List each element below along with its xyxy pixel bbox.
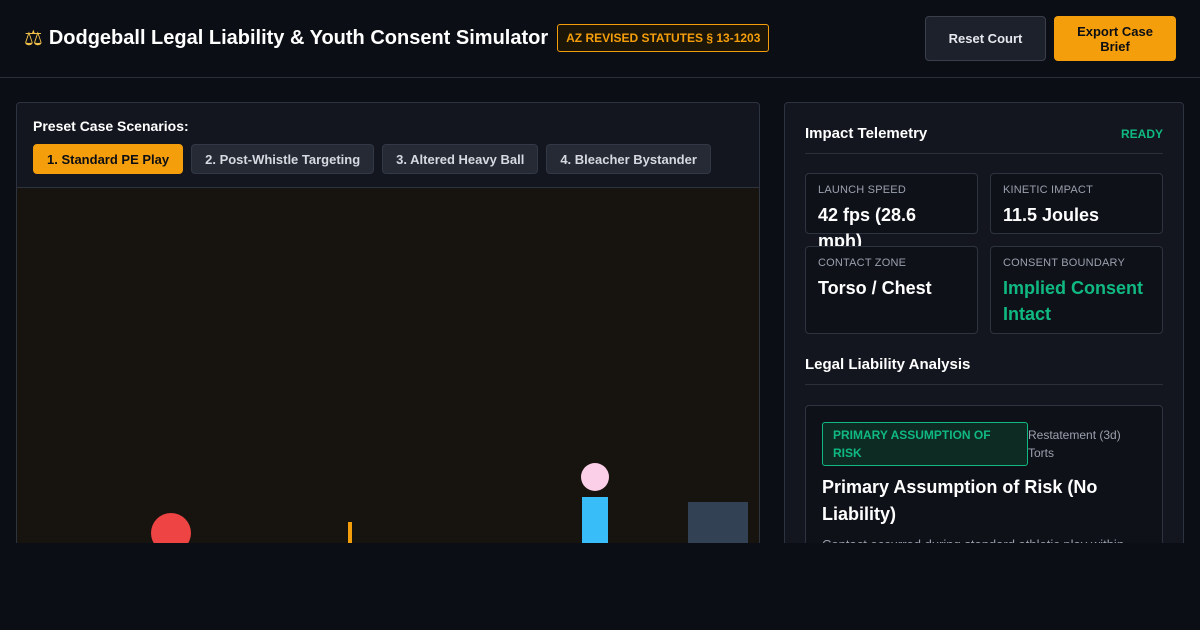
metric-launch-speed: Launch Speed 42 fps (28.6 mph) bbox=[805, 173, 978, 251]
analysis-header: Legal Liability Analysis bbox=[805, 356, 1163, 385]
target-player-head bbox=[581, 463, 609, 491]
court-canvas[interactable] bbox=[17, 187, 759, 561]
metric-label: Launch Speed bbox=[818, 184, 906, 196]
metric-label: Contact Zone bbox=[818, 257, 907, 269]
reset-court-button[interactable]: Reset Court bbox=[925, 16, 1046, 61]
metric-label: Consent Boundary bbox=[1003, 257, 1125, 269]
page-title: Dodgeball Legal Liability & Youth Consen… bbox=[48, 27, 549, 49]
telemetry-panel: Impact Telemetry READY Launch Speed 42 f… bbox=[784, 102, 1184, 562]
metric-value: Torso / Chest bbox=[818, 278, 932, 298]
scale-icon: ⚖ bbox=[24, 26, 43, 50]
citation: Restatement (3d) Torts bbox=[1028, 428, 1121, 460]
top-bar: ⚖ Dodgeball Legal Liability & Youth Cons… bbox=[0, 0, 1200, 78]
liability-card: PRIMARY ASSUMPTION OF RISK Restatement (… bbox=[805, 405, 1163, 561]
metric-consent-boundary: Consent Boundary Implied Consent Intact bbox=[990, 246, 1163, 334]
metric-kinetic-impact: Kinetic Impact 11.5 Joules bbox=[990, 173, 1163, 234]
metric-value: Implied Consent Intact bbox=[1003, 278, 1144, 324]
preset-label: Preset Case Scenarios: bbox=[33, 118, 189, 134]
metric-value: 11.5 Joules bbox=[1003, 205, 1100, 225]
app-title: ⚖ Dodgeball Legal Liability & Youth Cons… bbox=[24, 24, 770, 52]
metric-label: Kinetic Impact bbox=[1003, 184, 1093, 196]
preset-button-post-whistle-targeting[interactable]: 2. Post-Whistle Targeting bbox=[191, 144, 375, 174]
analysis-title: Legal Liability Analysis bbox=[805, 356, 971, 373]
statute-badge: AZ REVISED STATUTES § 13-1203 bbox=[557, 24, 770, 52]
preset-scenarios: 1. Standard PE Play 2. Post-Whistle Targ… bbox=[33, 144, 711, 174]
preset-button-standard-pe-play[interactable]: 1. Standard PE Play bbox=[33, 144, 184, 174]
doctrine-badge: PRIMARY ASSUMPTION OF RISK bbox=[822, 422, 1028, 466]
telemetry-header: Impact Telemetry READY bbox=[805, 125, 1163, 154]
export-case-brief-button[interactable]: Export Case Brief bbox=[1054, 16, 1176, 61]
metric-contact-zone: Contact Zone Torso / Chest bbox=[805, 246, 978, 334]
viewport-bottom bbox=[0, 543, 1200, 630]
simulation-panel: Preset Case Scenarios: 1. Standard PE Pl… bbox=[16, 102, 760, 562]
ruling-title: Primary Assumption of Risk (No Liability… bbox=[822, 477, 1098, 524]
preset-button-bleacher-bystander[interactable]: 4. Bleacher Bystander bbox=[546, 144, 711, 174]
preset-button-altered-heavy-ball[interactable]: 3. Altered Heavy Ball bbox=[382, 144, 539, 174]
status-badge: READY bbox=[1120, 127, 1163, 141]
telemetry-title: Impact Telemetry bbox=[805, 125, 928, 142]
